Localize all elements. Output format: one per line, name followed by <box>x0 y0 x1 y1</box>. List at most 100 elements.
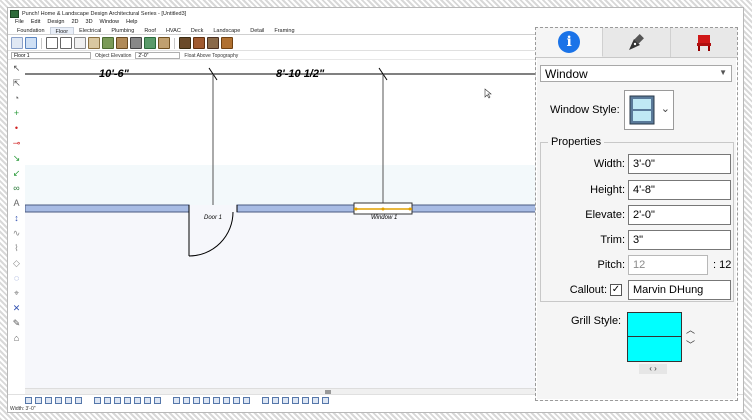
elevation-view-icon[interactable] <box>104 396 111 404</box>
wall-segment-left[interactable] <box>25 204 190 213</box>
object-type-dropdown[interactable]: Window ▼ <box>540 65 732 82</box>
tab-electrical[interactable]: Electrical <box>74 27 106 34</box>
menu-2d[interactable]: 2D <box>71 19 78 27</box>
pan-icon[interactable] <box>65 396 72 404</box>
door-tool-icon[interactable] <box>46 37 58 49</box>
drawing-canvas[interactable]: 10'-6" 8'-10 1/2" Door 1 Window 1 <box>25 60 538 390</box>
redraw-icon[interactable] <box>75 396 82 404</box>
object-snap-icon[interactable] <box>223 396 230 404</box>
wall-segment-right[interactable] <box>411 204 538 213</box>
filter-icon[interactable] <box>292 396 299 404</box>
text-tool-icon[interactable]: A <box>11 198 22 209</box>
zoom-window-icon[interactable] <box>55 396 62 404</box>
closet-tool-icon[interactable] <box>207 37 219 49</box>
trim-field[interactable]: 3" <box>628 230 731 250</box>
grid-icon[interactable] <box>183 396 190 404</box>
dimension-tool-icon[interactable]: ↕ <box>11 213 22 224</box>
callout-field[interactable]: Marvin DHung <box>628 280 731 300</box>
walkthrough-icon[interactable] <box>124 396 131 404</box>
tab-plumbing[interactable]: Plumbing <box>106 27 139 34</box>
tab-landscape[interactable]: Landscape <box>208 27 245 34</box>
zoom-out-icon[interactable] <box>35 396 42 404</box>
grill-left-right-arrows-icon[interactable]: ‹ › <box>639 364 667 374</box>
ortho-icon[interactable] <box>203 396 210 404</box>
perspective-view-icon[interactable] <box>114 396 121 404</box>
floor-up-icon[interactable] <box>233 396 240 404</box>
extend-icon[interactable]: ↙ <box>11 168 22 179</box>
section-view-icon[interactable] <box>144 396 151 404</box>
object-elevation-field[interactable]: 2'-0" <box>135 52 181 59</box>
menu-help[interactable]: Help <box>126 19 137 27</box>
wall-tool-icon[interactable] <box>88 37 100 49</box>
tab-deck[interactable]: Deck <box>186 27 209 34</box>
snap-icon[interactable]: ✕ <box>11 303 22 314</box>
floor-selector[interactable]: Floor 1 <box>11 52 91 59</box>
menu-window[interactable]: Window <box>100 19 120 27</box>
layer-icon[interactable] <box>173 396 180 404</box>
tab-foundation[interactable]: Foundation <box>12 27 50 34</box>
measure-icon[interactable]: ⌖ <box>11 288 22 299</box>
ramp-tool-icon[interactable] <box>144 37 156 49</box>
preset-icon[interactable] <box>312 396 319 404</box>
plan-view-icon[interactable] <box>94 396 101 404</box>
delete-point-icon[interactable]: • <box>11 123 22 134</box>
flag-icon[interactable] <box>282 396 289 404</box>
chevron-down-icon[interactable]: ﹀ <box>686 338 695 351</box>
railing-tool-icon[interactable] <box>130 37 142 49</box>
tab-hvac[interactable]: HVAC <box>161 27 186 34</box>
chevron-up-icon[interactable]: ︿ <box>686 323 695 336</box>
tab-floor[interactable]: Floor <box>49 27 75 35</box>
offset-icon[interactable]: ∞ <box>11 183 22 194</box>
join-wall-icon[interactable]: ↘ <box>11 153 22 164</box>
cabinet-tool-icon[interactable] <box>179 37 191 49</box>
house-icon[interactable]: ⌂ <box>11 333 22 344</box>
elevate-field[interactable]: 2'-0" <box>628 205 731 225</box>
floor-down-icon[interactable] <box>243 396 250 404</box>
tab-material[interactable] <box>603 28 671 57</box>
model-view-icon[interactable] <box>154 396 161 404</box>
menu-edit[interactable]: Edit <box>31 19 40 27</box>
funnel-icon[interactable] <box>302 396 309 404</box>
window-style-picker[interactable]: ⌄ <box>624 90 674 130</box>
rotate-icon[interactable]: ◔ <box>11 93 22 104</box>
circle-tool-icon[interactable]: ◌ <box>11 273 22 284</box>
settings-icon[interactable] <box>322 396 329 404</box>
column-tool-icon[interactable] <box>158 37 170 49</box>
tab-framing[interactable]: Framing <box>269 27 299 34</box>
tab-detail[interactable]: Detail <box>245 27 269 34</box>
camera-icon[interactable] <box>272 396 279 404</box>
menu-file[interactable]: File <box>15 19 24 27</box>
polyline-tool-icon[interactable]: ⌇ <box>11 243 22 254</box>
window-handle[interactable] <box>354 207 358 211</box>
room-tool-icon[interactable] <box>116 37 128 49</box>
grill-style-swatch[interactable] <box>627 312 682 362</box>
render-icon[interactable] <box>262 396 269 404</box>
callout-checkbox[interactable]: ✓ <box>610 284 622 296</box>
curve-tool-icon[interactable]: ∿ <box>11 228 22 239</box>
window-handle[interactable] <box>381 207 385 211</box>
stairs-tool-icon[interactable] <box>102 37 114 49</box>
break-wall-icon[interactable]: ⊸ <box>11 138 22 149</box>
tab-roof[interactable]: Roof <box>139 27 161 34</box>
tab-furniture[interactable] <box>670 28 737 57</box>
menu-3d[interactable]: 3D <box>86 19 93 27</box>
add-point-icon[interactable]: + <box>11 108 22 119</box>
height-field[interactable]: 4'-8" <box>628 180 731 200</box>
angle-snap-icon[interactable] <box>213 396 220 404</box>
zoom-in-icon[interactable] <box>25 396 32 404</box>
post-tool-icon[interactable] <box>221 37 233 49</box>
multi-select-icon[interactable]: ⇱ <box>11 78 22 89</box>
snap-grid-icon[interactable] <box>193 396 200 404</box>
width-field[interactable]: 3'-0" <box>628 154 731 174</box>
fireplace-tool-icon[interactable] <box>193 37 205 49</box>
window-tool-icon[interactable] <box>60 37 72 49</box>
menu-design[interactable]: Design <box>47 19 64 27</box>
pointer-icon[interactable]: ↖ <box>11 63 22 74</box>
eraser-icon[interactable]: ◇ <box>11 258 22 269</box>
orbit-icon[interactable] <box>134 396 141 404</box>
tab-info[interactable]: i <box>536 28 604 57</box>
stamp-icon[interactable]: ✎ <box>11 318 22 329</box>
select-tool-icon[interactable] <box>11 37 23 49</box>
move-tool-icon[interactable] <box>25 37 37 49</box>
opening-tool-icon[interactable] <box>74 37 86 49</box>
